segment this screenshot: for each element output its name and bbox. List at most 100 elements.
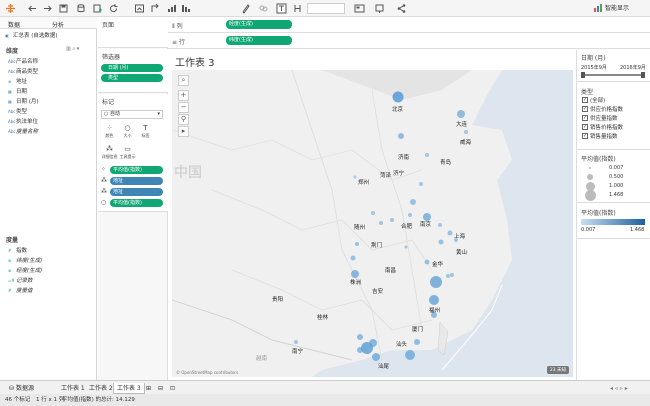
fit-dropdown[interactable] <box>307 3 345 14</box>
map-bubble[interactable] <box>438 223 442 227</box>
dimension-field[interactable]: Abc产品名称 <box>8 57 38 66</box>
sort-ascending-icon[interactable] <box>166 3 177 14</box>
tableau-logo-icon[interactable] <box>5 3 16 14</box>
show-labels-icon[interactable] <box>276 3 287 14</box>
date-slider-right-handle[interactable] <box>641 72 645 78</box>
show-me-button[interactable]: 智能显示 <box>605 3 629 12</box>
tab-data[interactable]: 数据 <box>8 20 20 29</box>
marks-button[interactable]: ○ 大小 <box>119 124 136 140</box>
highlight-icon[interactable] <box>240 3 251 14</box>
show-me-icon[interactable] <box>593 3 603 13</box>
save-icon[interactable] <box>58 3 69 14</box>
filter-pill-type[interactable]: 类型 <box>101 74 163 82</box>
pages-card[interactable]: 页面 <box>98 17 168 48</box>
map-bubble[interactable] <box>429 295 439 305</box>
map-bubble[interactable] <box>405 350 415 360</box>
type-checkbox-item[interactable]: ✓ 供应价格指数 <box>582 105 623 114</box>
map-bubble[interactable] <box>294 340 298 344</box>
map-bubble[interactable] <box>408 213 412 217</box>
mark-pill[interactable]: 平均值(指数) <box>110 199 163 207</box>
map-bubble[interactable] <box>351 270 359 278</box>
group-members-icon[interactable] <box>258 3 269 14</box>
map-bubble[interactable] <box>390 218 394 222</box>
map-bubble[interactable] <box>350 255 356 261</box>
measure-field[interactable]: =#记录数 <box>8 276 33 285</box>
refresh-icon[interactable] <box>108 3 119 14</box>
map-bubble[interactable] <box>357 347 363 353</box>
new-dashboard-icon[interactable]: ⊟ <box>155 383 166 394</box>
date-range-slider[interactable] <box>582 74 644 76</box>
dimension-field[interactable]: Abc执法单位 <box>8 117 38 126</box>
marks-button[interactable]: ⁂ 详细信息 <box>101 145 118 161</box>
map[interactable]: 中国 ⌕ + − ⚲ ▸ 北京 大连 威海 济南 青岛 菏泽 济宁 郑州 合肥 南京 上海 随州 荆门黄… <box>172 70 573 377</box>
measure-field[interactable]: # 度量值 <box>8 286 33 295</box>
marks-button[interactable]: ▭ 工具提示 <box>119 145 136 161</box>
map-bubble[interactable] <box>424 259 430 265</box>
sort-descending-icon[interactable] <box>180 3 191 14</box>
map-bubble[interactable] <box>357 334 363 340</box>
pause-updates-icon[interactable] <box>134 3 145 14</box>
marks-button[interactable]: T 标签 <box>137 124 154 140</box>
new-datasource-icon[interactable] <box>76 3 87 14</box>
map-bubble[interactable] <box>353 175 357 179</box>
measure-field[interactable]: ⊕ 经度(生成) <box>8 266 42 275</box>
marks-button[interactable]: ⁘ 颜色 <box>101 124 118 140</box>
map-bubble[interactable] <box>392 91 404 103</box>
map-bubble[interactable] <box>404 245 408 249</box>
type-checkbox-item[interactable]: ✓ 供应量指数 <box>582 114 618 123</box>
date-slider-left-handle[interactable] <box>581 72 585 78</box>
rows-shelf[interactable]: ≡ 行 纬度(生成) <box>168 33 650 49</box>
dimension-field[interactable]: ⊕ 地址 <box>8 77 27 86</box>
check-icon[interactable]: ✓ <box>582 132 588 139</box>
map-bubble[interactable] <box>419 182 423 186</box>
map-bubble[interactable] <box>447 230 453 236</box>
map-bubble[interactable] <box>450 273 454 277</box>
mark-pill[interactable]: 地址 <box>110 177 163 185</box>
check-icon[interactable]: ✓ <box>582 123 588 130</box>
map-bubble[interactable] <box>446 274 450 278</box>
rows-pill[interactable]: 纬度(生成) <box>226 36 292 45</box>
tab-sheet-3[interactable]: 工作表 3 <box>113 383 145 394</box>
check-icon[interactable]: ✓ <box>582 96 588 103</box>
unknown-locations-badge[interactable]: 23 未知 <box>546 366 569 374</box>
datasource-item[interactable]: ▣ 汇总表 (自选数据) <box>5 31 58 40</box>
tab-sheet-1[interactable]: 工作表 1 <box>58 383 88 394</box>
map-bubble[interactable] <box>355 242 359 246</box>
mark-type-dropdown[interactable]: ○ 自动 ▾ <box>101 110 163 119</box>
tab-datasource[interactable]: ⛁ 数据源 <box>6 383 37 394</box>
swap-icon[interactable] <box>150 3 161 14</box>
type-checkbox-item[interactable]: ✓ 销售价格指数 <box>582 123 623 132</box>
map-bubble[interactable] <box>438 239 444 245</box>
measure-field[interactable]: ⊕ 纬度(生成) <box>8 256 42 265</box>
map-bubble[interactable] <box>425 153 429 157</box>
map-bubble[interactable] <box>457 110 465 118</box>
dimension-field[interactable]: ▦ 日期 <box>8 87 27 96</box>
tab-sheet-2[interactable]: 工作表 2 <box>86 383 116 394</box>
new-worksheet-icon[interactable]: ⊞ <box>143 383 154 394</box>
dimension-field[interactable]: Abc商品类型 <box>8 67 38 76</box>
map-bubble[interactable] <box>379 221 383 225</box>
tab-analytics[interactable]: 分析 <box>52 20 64 29</box>
view-toggle-icon[interactable]: ▥ ⌕ ▾ <box>66 46 79 52</box>
dimension-field[interactable]: Abc类型 <box>8 107 27 116</box>
mark-pill[interactable]: 平均值(指数) <box>110 166 163 174</box>
check-icon[interactable]: ✓ <box>582 114 588 121</box>
share-icon[interactable] <box>396 3 407 14</box>
filter-pill-date[interactable]: 日期 (月) <box>101 64 163 72</box>
map-bubble[interactable] <box>410 199 416 205</box>
map-bubble[interactable] <box>464 130 468 134</box>
new-story-icon[interactable]: ⊡ <box>167 383 178 394</box>
undo-icon[interactable] <box>27 3 38 14</box>
tab-nav-icon[interactable]: ◂ ◃ ▹ ▸ <box>610 385 628 392</box>
dimension-field[interactable]: Abc度量名称 <box>8 127 38 136</box>
type-checkbox-item[interactable]: ✓ 销售量指数 <box>582 132 618 141</box>
columns-pill[interactable]: 经度(生成) <box>226 20 292 29</box>
new-sheet-icon[interactable] <box>92 3 103 14</box>
map-bubble[interactable] <box>369 339 377 347</box>
show-cards-icon[interactable] <box>354 3 365 14</box>
map-bubble[interactable] <box>430 276 442 288</box>
columns-shelf[interactable]: ⦀ 列 经度(生成) <box>168 17 650 33</box>
map-bubble[interactable] <box>372 353 380 361</box>
measure-field[interactable]: # 指数 <box>8 246 27 255</box>
type-checkbox-item[interactable]: ✓ (全部) <box>582 96 605 105</box>
